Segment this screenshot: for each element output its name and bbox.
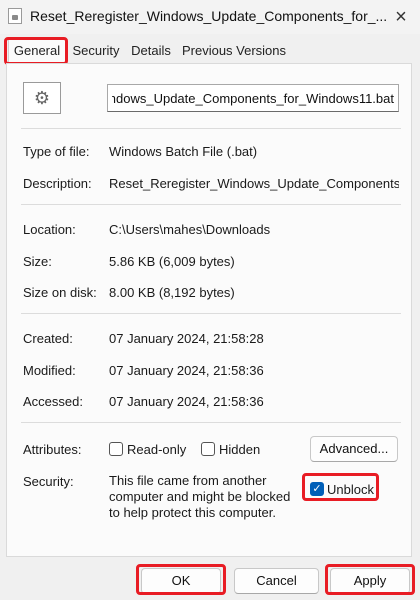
tab-strip: General Security Details Previous Versio… [0, 36, 420, 64]
ok-button[interactable]: OK [141, 568, 221, 594]
unblock-checkbox[interactable]: ✓ [310, 482, 324, 496]
divider [21, 128, 401, 129]
modified-label: Modified: [23, 363, 76, 378]
size-on-disk-label: Size on disk: [23, 285, 97, 300]
tab-general[interactable]: General [8, 38, 66, 64]
unblock-label[interactable]: Unblock [327, 482, 374, 497]
hidden-label[interactable]: Hidden [219, 442, 260, 457]
security-label: Security: [23, 474, 74, 489]
divider [21, 204, 401, 205]
modified-value: 07 January 2024, 21:58:36 [109, 363, 264, 378]
readonly-checkbox[interactable] [109, 442, 123, 456]
location-value: C:\Users\mahes\Downloads [109, 222, 271, 237]
divider [21, 422, 401, 423]
attributes-label: Attributes: [23, 442, 82, 457]
size-value: 5.86 KB (6,009 bytes) [109, 254, 235, 269]
created-value: 07 January 2024, 21:58:28 [109, 331, 264, 346]
readonly-label[interactable]: Read-only [127, 442, 186, 457]
accessed-label: Accessed: [23, 394, 83, 409]
general-panel: ⚙ Type of file: Windows Batch File (.bat… [6, 63, 412, 557]
checkmark-icon: ✓ [312, 483, 322, 495]
type-label: Type of file: [23, 144, 90, 159]
batch-file-icon [8, 8, 22, 24]
size-label: Size: [23, 254, 52, 269]
type-value: Windows Batch File (.bat) [109, 144, 258, 159]
size-on-disk-value: 8.00 KB (8,192 bytes) [109, 285, 235, 300]
tab-security[interactable]: Security [70, 40, 122, 62]
divider [21, 313, 401, 314]
cancel-button[interactable]: Cancel [234, 568, 319, 594]
created-label: Created: [23, 331, 73, 346]
title-bar[interactable]: Reset_Reregister_Windows_Update_Componen… [0, 0, 420, 34]
close-icon[interactable]: × [388, 5, 414, 29]
accessed-value: 07 January 2024, 21:58:36 [109, 394, 264, 409]
gear-icon: ⚙ [23, 82, 61, 114]
window-title: Reset_Reregister_Windows_Update_Componen… [30, 8, 388, 24]
security-message: This file came from another computer and… [109, 473, 291, 520]
location-label: Location: [23, 222, 76, 237]
description-value: Reset_Reregister_Windows_Update_Componen… [109, 176, 399, 191]
apply-button[interactable]: Apply [330, 568, 410, 594]
tab-details[interactable]: Details [127, 40, 175, 62]
tab-previous-versions[interactable]: Previous Versions [179, 40, 289, 62]
description-label: Description: [23, 176, 92, 191]
file-name-field[interactable] [107, 84, 399, 112]
hidden-checkbox[interactable] [201, 442, 215, 456]
advanced-button[interactable]: Advanced... [310, 436, 398, 462]
